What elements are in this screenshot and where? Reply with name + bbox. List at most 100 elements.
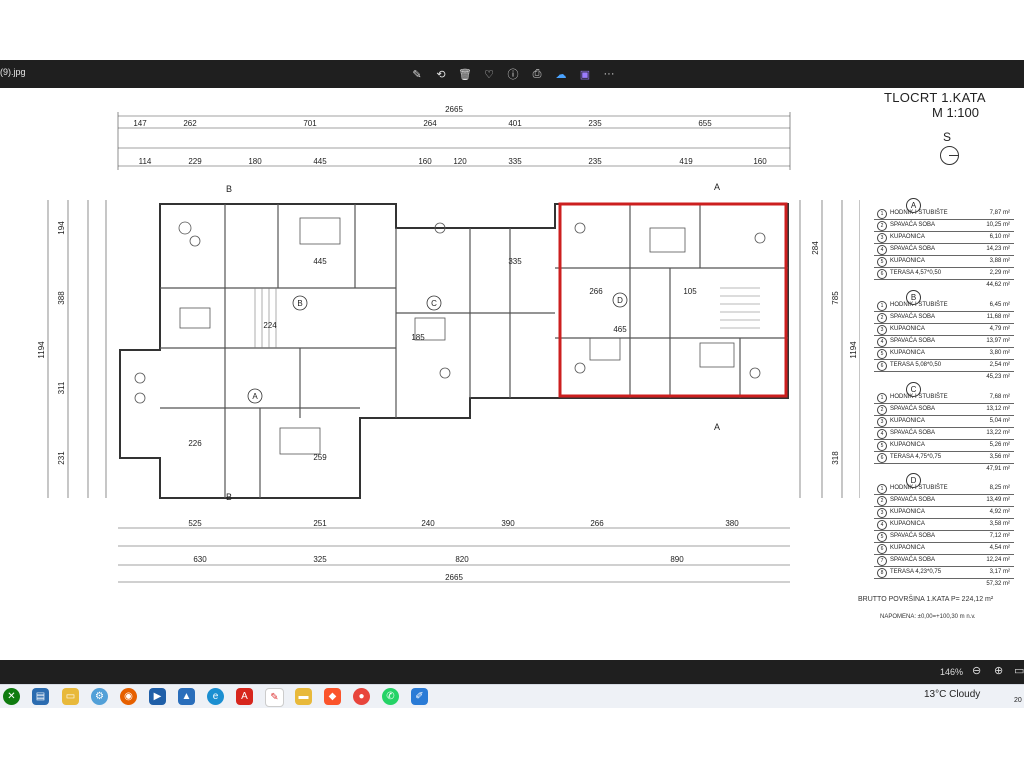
print-icon[interactable]: ⎙ (525, 60, 549, 88)
table-row: 4 SPAVAĆA SOBA 13,22 m² (874, 428, 1014, 440)
apartment-table-c: C 1 HODNIK I STUBIŠTE 7,68 m² 2 SPAVAĆA SOB… (874, 382, 1014, 475)
edge-icon[interactable]: e (207, 688, 224, 705)
elevation-note: NAPOMENA: ±0,00=+100,30 m n.v. (880, 614, 976, 620)
table-row: 3 KUPAONICA 4,79 m² (874, 324, 1014, 336)
zoom-in-icon[interactable]: ⊕ (994, 664, 1003, 677)
paint-icon[interactable]: ✎ (265, 688, 284, 707)
table-row: 2 SPAVAĆA SOBA 13,49 m² (874, 495, 1014, 507)
dim-bot3-4: 890 (670, 555, 684, 564)
gross-area-note: BRUTTO POVRŠINA 1.KATA P= 224,12 m² (858, 596, 994, 603)
dim-bot-5: 266 (590, 519, 604, 528)
table-row: 7 SPAVAĆA SOBA 12,24 m² (874, 555, 1014, 567)
table-row: 2 SPAVAĆA SOBA 10,25 m² (874, 220, 1014, 232)
acrobat-icon[interactable]: A (236, 688, 253, 705)
table-row: 2 SPAVAĆA SOBA 11,68 m² (874, 312, 1014, 324)
section-marker-3: A (714, 422, 720, 432)
plan-scale: M 1:100 (932, 105, 979, 120)
table-row: 3 KUPAONICA 5,04 m² (874, 416, 1014, 428)
dim-top-3: 701 (303, 119, 317, 128)
folder-icon[interactable]: ▬ (295, 688, 312, 705)
xbox-icon[interactable]: ✕ (3, 688, 20, 705)
table-row: 6 TERASA 5,08*0,50 2,54 m² (874, 360, 1014, 372)
dim-bot-6: 380 (725, 519, 739, 528)
store-icon[interactable]: ▤ (32, 688, 49, 705)
rotate-icon[interactable]: ⟲ (429, 60, 453, 88)
apartment-table-a: A 1 HODNIK I STUBIŠTE 7,87 m² 2 SPAVAĆA SOB… (874, 198, 1014, 291)
total-width-bottom: 2665 (445, 573, 463, 582)
left-dim-4: 231 (57, 451, 66, 465)
settings-icon[interactable]: ⚙ (91, 688, 108, 705)
section-marker-2: A (714, 182, 720, 192)
table-row: 4 KUPAONICA 3,58 m² (874, 519, 1014, 531)
dim-bot3-1: 630 (193, 555, 207, 564)
dim-top-7: 655 (698, 119, 712, 128)
dim-row3-3: 180 (248, 157, 262, 166)
firefox-icon[interactable]: ◉ (120, 688, 137, 705)
right-dim-2: 785 (831, 291, 840, 305)
apartment-total: 47,91 m² (986, 466, 1010, 472)
file-explorer-icon[interactable]: ▭ (62, 688, 79, 705)
outer-margin-bottom (0, 708, 1024, 768)
dim-bot-3: 240 (421, 519, 435, 528)
zoom-level[interactable]: 146% (940, 667, 963, 677)
dim-row3-10: 160 (753, 157, 767, 166)
outer-margin-top (0, 0, 1024, 60)
table-row: 1 HODNIK I STUBIŠTE 6,45 m² (874, 300, 1014, 312)
dim-row3-6: 120 (453, 157, 467, 166)
table-row: 3 KUPAONICA 6,10 m² (874, 232, 1014, 244)
windows-taskbar: ✕ ▤ ▭ ⚙ ◉ ▶ ▲ e A ✎ ▬ ◆ ● ✆ ✐ 13°C Cloud… (0, 684, 1024, 709)
left-dim-total: 1194 (37, 341, 46, 359)
dim-bot-1: 525 (188, 519, 202, 528)
clipchamp-icon[interactable]: ▣ (573, 60, 597, 88)
table-row: 1 HODNIK I STUBIŠTE 8,25 m² (874, 483, 1014, 495)
delete-icon[interactable]: 🗑 (453, 60, 477, 88)
dim-row3-4: 445 (313, 157, 327, 166)
favorite-icon[interactable]: ♡ (477, 60, 501, 88)
right-dim-3: 318 (831, 451, 840, 465)
room-dim-8: 226 (188, 439, 202, 448)
right-dim-total: 1194 (849, 341, 858, 359)
room-dim-2: 335 (508, 257, 522, 266)
onedrive-icon[interactable]: ☁ (549, 60, 573, 88)
clock-partial[interactable]: 20 (1014, 697, 1022, 704)
left-dim-3: 311 (57, 381, 66, 394)
dim-bot3-3: 820 (455, 555, 469, 564)
table-row: 3 KUPAONICA 4,92 m² (874, 507, 1014, 519)
chrome-icon[interactable]: ● (353, 688, 370, 705)
photos-icon[interactable]: ▲ (178, 688, 195, 705)
more-icon[interactable]: ··· (597, 60, 621, 88)
dim-top-2: 262 (183, 119, 197, 128)
image-canvas: B C A D 2665 147 262 701 264 401 235 655… (0, 88, 1024, 660)
dim-bot3-2: 325 (313, 555, 327, 564)
table-row: 4 SPAVAĆA SOBA 13,97 m² (874, 336, 1014, 348)
table-row: 5 KUPAONICA 3,88 m² (874, 256, 1014, 268)
brave-icon[interactable]: ◆ (324, 688, 341, 705)
table-row: 6 TERASA 4,57*0,50 2,29 m² (874, 268, 1014, 280)
room-dim-4: 185 (411, 333, 425, 342)
whatsapp-icon[interactable]: ✆ (382, 688, 399, 705)
notepad-icon[interactable]: ✐ (411, 688, 428, 705)
zoom-out-icon[interactable]: ⊖ (972, 664, 981, 677)
edit-icon[interactable]: ✎ (405, 60, 429, 88)
media-player-icon[interactable]: ▶ (149, 688, 166, 705)
info-icon[interactable]: ⓘ (501, 60, 525, 88)
table-row: 6 TERASA 4,75*0,75 3,56 m² (874, 452, 1014, 464)
file-name: (9).jpg (0, 67, 26, 77)
unit-label-D: D (617, 296, 623, 305)
dim-row3-9: 419 (679, 157, 693, 166)
dim-row3-7: 335 (508, 157, 522, 166)
table-row: 5 KUPAONICA 5,26 m² (874, 440, 1014, 452)
weather-widget[interactable]: 13°C Cloudy (924, 689, 980, 700)
compass-icon (940, 146, 959, 165)
fit-window-icon[interactable]: ▭ (1014, 664, 1024, 677)
right-dim-1: 284 (811, 241, 820, 255)
room-dim-3: 465 (613, 325, 627, 334)
apartment-table-d: D 1 HODNIK I STUBIŠTE 8,25 m² 2 SPAVAĆA SOB… (874, 473, 1014, 590)
dim-row3-2: 229 (188, 157, 202, 166)
north-label: S (943, 130, 952, 144)
room-dim-5: 224 (263, 321, 277, 330)
unit-label-B: B (297, 299, 302, 308)
unit-label-C: C (431, 299, 437, 308)
apartment-total: 45,23 m² (986, 374, 1010, 380)
table-row: 6 KUPAONICA 4,54 m² (874, 543, 1014, 555)
